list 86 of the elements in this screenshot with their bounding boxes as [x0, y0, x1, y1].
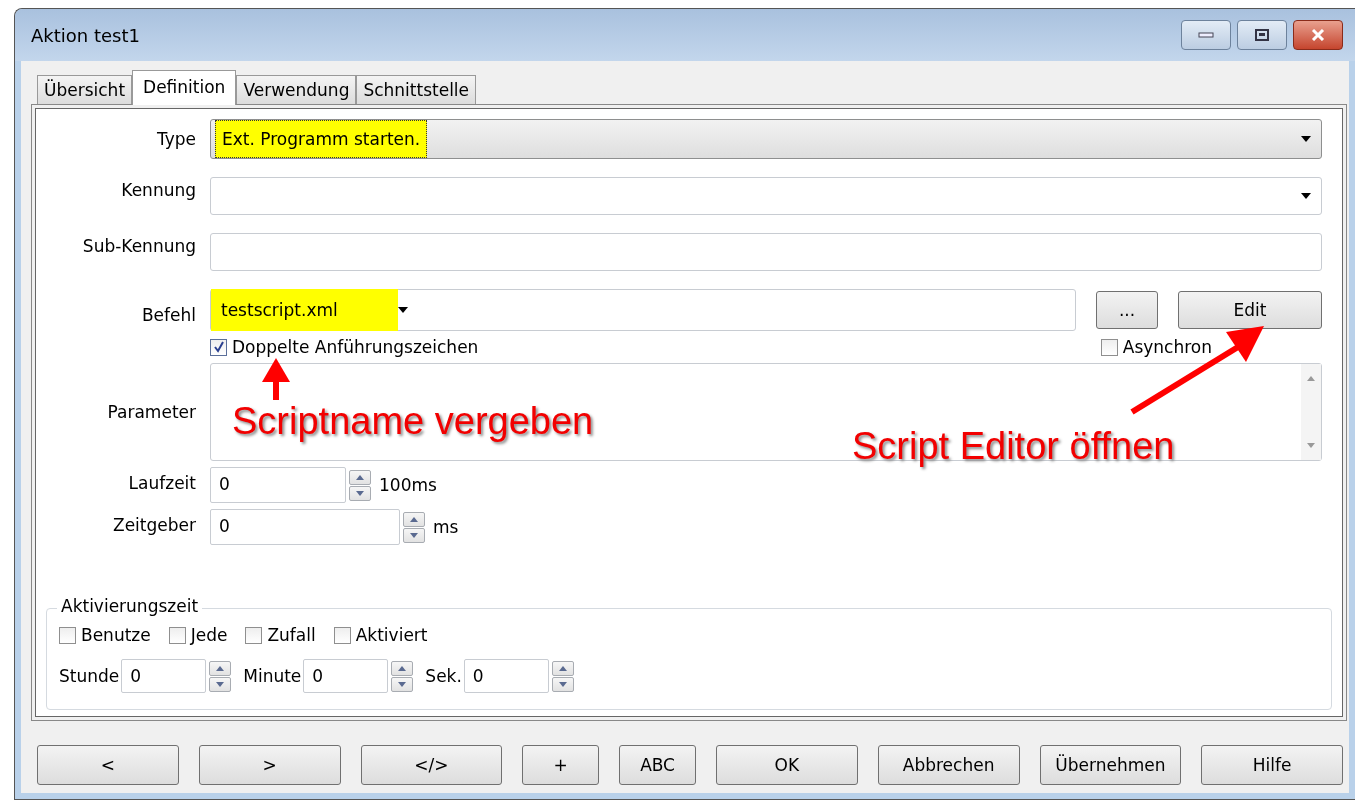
maximize-icon: [1254, 29, 1270, 41]
unit-label: 100ms: [379, 475, 437, 495]
checkbox[interactable]: [210, 338, 227, 356]
spin-up-button[interactable]: [349, 469, 371, 485]
dialog-button[interactable]: +: [522, 745, 600, 785]
sub-kennung-field[interactable]: [210, 233, 1322, 271]
checkbox-label: Jede: [190, 625, 228, 645]
number-field[interactable]: 0: [210, 467, 346, 503]
number-field[interactable]: 0: [463, 659, 549, 693]
field-label: Kennung: [120, 180, 196, 200]
down-arrow-icon: [398, 681, 407, 687]
tab[interactable]: Verwendung: [236, 75, 357, 104]
tab[interactable]: Schnittstelle: [356, 75, 477, 104]
checkbox[interactable]: [245, 626, 263, 644]
spin-down-button[interactable]: [551, 676, 574, 692]
checkbox[interactable]: [333, 626, 351, 644]
dialog-button[interactable]: Übernehmen: [1039, 745, 1182, 785]
dropdown-caret-icon: [397, 307, 408, 313]
field-label: Sek.: [425, 666, 462, 686]
number-field[interactable]: 0: [303, 659, 389, 693]
minimize-button[interactable]: [1181, 20, 1231, 50]
field-label: Befehl: [140, 305, 196, 327]
annotation-text: Script Editor öffnen: [852, 425, 1175, 468]
dropdown-value: Ext. Programm starten.: [215, 120, 428, 158]
annotation-text: Scriptname vergeben: [232, 400, 594, 443]
dropdown-caret-icon: [1301, 193, 1311, 199]
field-label: Type: [155, 129, 196, 149]
dropdown-value: testscript.xml: [211, 289, 398, 331]
close-icon: [1310, 29, 1326, 41]
befehl-dropdown[interactable]: testscript.xml: [210, 289, 1076, 331]
edit-button[interactable]: Edit: [1178, 291, 1322, 329]
tab[interactable]: Definition: [132, 70, 237, 105]
up-arrow-icon: [216, 665, 225, 671]
field-label: Zeitgeber: [112, 515, 196, 535]
minimize-icon: [1198, 32, 1214, 38]
type-dropdown[interactable]: Ext. Programm starten.: [210, 119, 1322, 159]
checkbox-label: Doppelte Anführungszeichen: [232, 337, 479, 357]
field-label: Minute: [243, 666, 302, 686]
checkbox[interactable]: [1100, 338, 1118, 356]
window-title: Aktion test1: [31, 24, 140, 46]
up-arrow-icon: [356, 474, 364, 480]
up-arrow-icon: [558, 665, 567, 671]
dialog-button[interactable]: >: [198, 745, 341, 785]
tab[interactable]: Übersicht: [37, 75, 133, 104]
down-arrow-icon: [216, 681, 225, 687]
spin-down-button[interactable]: [349, 485, 371, 501]
unit-label: ms: [433, 517, 459, 537]
dialog-button[interactable]: <: [37, 745, 179, 785]
browse-button[interactable]: ...: [1096, 291, 1158, 329]
scroll-up-arrow-icon: [1307, 376, 1315, 381]
down-arrow-icon: [558, 681, 567, 687]
down-arrow-icon: [410, 532, 418, 538]
dropdown-caret-icon: [1301, 136, 1311, 142]
checkbox-label: Asynchron: [1122, 337, 1212, 357]
dialog-button[interactable]: ABC: [619, 745, 696, 785]
group-title: Aktivierungszeit: [57, 596, 203, 616]
dialog-button[interactable]: OK: [716, 745, 858, 785]
field-label: Sub-Kennung: [81, 236, 196, 256]
field-label: Laufzeit: [127, 473, 196, 493]
scrollbar[interactable]: [1301, 364, 1321, 460]
number-field[interactable]: 0: [210, 509, 400, 545]
up-arrow-icon: [398, 665, 407, 671]
spin-up-button[interactable]: [551, 660, 574, 676]
field-label: Parameter: [106, 402, 196, 422]
down-arrow-icon: [356, 490, 364, 496]
checkmark-icon: [212, 341, 225, 353]
dialog-button[interactable]: Abbrechen: [877, 745, 1020, 785]
checkbox[interactable]: [59, 626, 76, 644]
checkbox-label: Zufall: [267, 625, 316, 645]
spin-down-button[interactable]: [391, 676, 414, 692]
close-button[interactable]: [1293, 20, 1343, 50]
dialog-button[interactable]: Hilfe: [1201, 745, 1343, 785]
spin-down-button[interactable]: [403, 527, 425, 543]
checkbox-label: Benutze: [81, 625, 151, 645]
dialog-button[interactable]: </>: [360, 745, 503, 785]
spin-up-button[interactable]: [391, 660, 414, 676]
checkbox[interactable]: [168, 626, 186, 644]
number-field[interactable]: 0: [121, 659, 207, 693]
scroll-down-arrow-icon: [1307, 443, 1315, 448]
spin-down-button[interactable]: [209, 676, 232, 692]
up-arrow-icon: [410, 516, 418, 522]
spin-up-button[interactable]: [403, 511, 425, 527]
spin-up-button[interactable]: [209, 660, 232, 676]
maximize-button[interactable]: [1237, 20, 1287, 50]
checkbox-label: Aktiviert: [355, 625, 428, 645]
field-label: Stunde: [59, 666, 120, 686]
